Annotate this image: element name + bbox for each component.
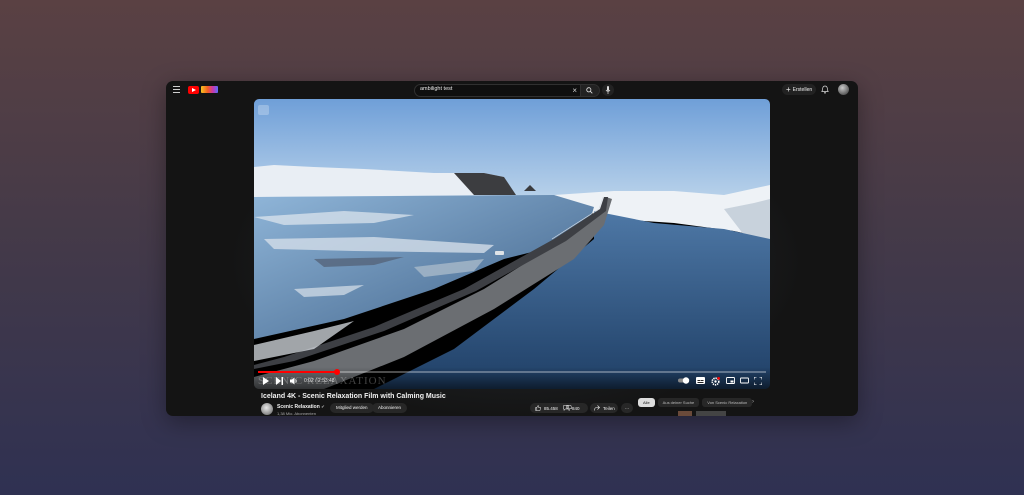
- search-query[interactable]: ambilight test: [420, 86, 452, 92]
- share-label: Teilen: [603, 405, 615, 411]
- progress-bar[interactable]: [258, 369, 766, 375]
- channel-badge: [258, 105, 269, 115]
- mic-button[interactable]: [602, 84, 614, 96]
- settings-icon[interactable]: [711, 377, 720, 386]
- more-actions-button[interactable]: ···: [621, 403, 633, 413]
- browser-window: ambilight test × + Erstellen SCENIC RELA…: [166, 81, 858, 416]
- comment-icon: [563, 405, 569, 411]
- share-icon: [594, 405, 600, 411]
- recommendation-chips: Alle Aus deiner Suche Von Scenic Relaxat…: [638, 398, 753, 407]
- plus-icon: +: [786, 84, 791, 94]
- channel-avatar[interactable]: [261, 403, 273, 415]
- more-icon: ···: [624, 405, 630, 411]
- like-count: 85.458: [544, 405, 558, 411]
- mic-icon: [605, 86, 611, 94]
- youtube-logo-icon[interactable]: [188, 85, 218, 94]
- fullscreen-icon[interactable]: [754, 377, 762, 385]
- autoplay-toggle-icon[interactable]: [678, 377, 690, 384]
- channel-name-text: Scenic Relaxation: [277, 404, 320, 410]
- play-logo-icon: [188, 85, 199, 94]
- play-icon[interactable]: [262, 377, 269, 385]
- search-input[interactable]: ambilight test ×: [414, 84, 582, 97]
- recommendation-title-placeholder: [696, 411, 726, 416]
- chip-from-search[interactable]: Aus deiner Suche: [657, 398, 700, 407]
- close-icon[interactable]: ×: [572, 85, 577, 96]
- video-frame: [254, 99, 770, 389]
- search-button[interactable]: [580, 84, 600, 97]
- chip-all[interactable]: Alle: [638, 398, 655, 407]
- search-icon: [586, 87, 593, 94]
- progress-fill: [258, 371, 337, 373]
- recommendation-thumbnail[interactable]: [678, 411, 692, 416]
- top-bar: ambilight test × + Erstellen: [166, 81, 858, 99]
- next-icon[interactable]: [276, 377, 283, 385]
- video-player[interactable]: SCENIC RELAXATION 0:02 / 2:53:48: [254, 99, 770, 389]
- bell-icon[interactable]: [821, 85, 829, 94]
- like-icon[interactable]: [535, 405, 541, 411]
- avatar[interactable]: [838, 84, 849, 95]
- video-title: Iceland 4K - Scenic Relaxation Film with…: [261, 393, 446, 400]
- logo-wordmark: [201, 86, 218, 93]
- create-button[interactable]: + Erstellen: [782, 84, 817, 95]
- create-label: Erstellen: [792, 86, 813, 93]
- subtitles-icon[interactable]: [696, 377, 705, 384]
- miniplayer-icon[interactable]: [726, 377, 735, 384]
- join-button[interactable]: Mitglied werden: [330, 403, 374, 413]
- theater-mode-icon[interactable]: [740, 377, 749, 384]
- volume-icon[interactable]: [290, 377, 298, 385]
- player-controls: SCENIC RELAXATION 0:02 / 2:53:48: [254, 367, 770, 389]
- channel-name[interactable]: Scenic Relaxation ✔: [277, 404, 325, 410]
- time-display: 0:02 / 2:53:48: [304, 378, 335, 384]
- subscribe-button[interactable]: Abonnieren: [372, 403, 408, 413]
- chevron-right-icon[interactable]: ›: [752, 399, 754, 405]
- comment-count: 840: [572, 405, 580, 411]
- comment-group[interactable]: 840: [562, 403, 582, 413]
- subscriber-count: 1,38 Mio. Abonnenten: [277, 411, 316, 416]
- hamburger-icon[interactable]: [173, 86, 180, 93]
- recommendation-thumbnails: [638, 411, 758, 416]
- chip-from-channel[interactable]: Von Scenic Relaxation: [702, 398, 753, 407]
- share-button[interactable]: Teilen: [590, 403, 618, 413]
- verified-icon: ✔: [321, 404, 325, 409]
